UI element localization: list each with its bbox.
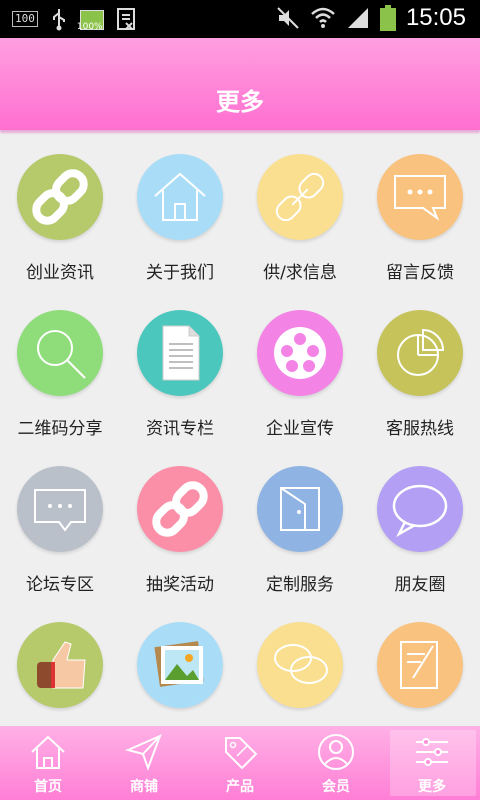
wifi-icon xyxy=(311,7,335,28)
home-icon xyxy=(31,735,65,769)
grid-item-label: 二维码分享 xyxy=(17,419,103,439)
edit-note-icon xyxy=(400,641,438,689)
grid-icon-circle xyxy=(137,466,223,552)
grid-icon-circle xyxy=(17,622,103,708)
picture-icon xyxy=(154,641,204,687)
grid-item-label: 论坛专区 xyxy=(26,575,94,595)
grid-icon-circle xyxy=(377,622,463,708)
grid-item-label: 供/求信息 xyxy=(263,263,337,283)
grid-icon-circle xyxy=(17,154,103,240)
battery-small-icon: 100% xyxy=(76,6,104,32)
usb-icon xyxy=(52,9,65,31)
page-title: 更多 xyxy=(216,88,264,116)
grid-item-news-column[interactable]: 资讯专栏 xyxy=(120,286,240,442)
grid-item-label: 企业宣传 xyxy=(266,419,334,439)
grid-item-label: 抽奖活动 xyxy=(146,575,214,595)
grid-icon-circle xyxy=(137,622,223,708)
tab-label: 会员 xyxy=(322,779,350,795)
status-bar: 100 100% 15:05 xyxy=(0,0,480,38)
tab-home[interactable]: 首页 xyxy=(0,726,96,800)
grid-item-hotline[interactable]: 客服热线 xyxy=(360,286,480,442)
paper-plane-icon xyxy=(124,734,162,771)
thumbs-up-icon xyxy=(37,641,86,689)
signal-box: 100 xyxy=(12,11,38,27)
sliders-icon xyxy=(416,738,448,766)
cell-signal-icon xyxy=(347,8,368,28)
grid-item-supply-demand[interactable]: 供/求信息 xyxy=(240,130,360,286)
grid-icon-circle xyxy=(377,466,463,552)
chat-bubble-icon xyxy=(34,489,86,532)
grid-item-custom-service[interactable]: 定制服务 xyxy=(240,442,360,598)
tab-shops[interactable]: 商铺 xyxy=(96,726,192,800)
tab-products[interactable]: 产品 xyxy=(192,726,288,800)
grid-icon-circle xyxy=(257,466,343,552)
grid-icon-circle xyxy=(377,154,463,240)
feature-grid: 创业资讯 关于我们 供/求信息 留言反馈 二维码分享 资讯专栏 企业宣传 客服热… xyxy=(0,130,480,726)
tab-more[interactable]: 更多 xyxy=(384,726,480,800)
grid-item-label: 关于我们 xyxy=(146,263,214,283)
grid-item-label: 留言反馈 xyxy=(386,263,454,283)
grid-item-feedback[interactable]: 留言反馈 xyxy=(360,130,480,286)
grid-item-note[interactable] xyxy=(360,598,480,726)
magnifier-icon xyxy=(37,330,86,379)
grid-item-qr-share[interactable]: 二维码分享 xyxy=(0,286,120,442)
grid-item-startup-news[interactable]: 创业资讯 xyxy=(0,130,120,286)
broken-link-icon xyxy=(275,172,325,222)
grid-item-gallery[interactable] xyxy=(120,598,240,726)
oval-bubble-icon xyxy=(392,484,448,538)
grid-icon-circle xyxy=(17,310,103,396)
grid-icon-circle xyxy=(257,622,343,708)
app-header: 更多 xyxy=(0,38,480,130)
chain-link-icon xyxy=(32,169,88,225)
double-bubble-icon xyxy=(274,644,328,684)
grid-icon-circle xyxy=(137,154,223,240)
grid-item-chat[interactable] xyxy=(240,598,360,726)
speech-bubble-icon xyxy=(394,175,446,221)
grid-item-label: 朋友圈 xyxy=(394,575,446,595)
tab-label: 更多 xyxy=(418,779,446,795)
grid-item-promotion[interactable]: 企业宣传 xyxy=(240,286,360,442)
pie-chart-icon xyxy=(397,328,445,376)
grid-item-label: 创业资讯 xyxy=(26,263,94,283)
tab-label: 商铺 xyxy=(130,779,158,795)
grid-icon-circle xyxy=(17,466,103,552)
grid-icon-circle xyxy=(377,310,463,396)
bottom-tab-bar: 首页 商铺 产品 会员 更多 xyxy=(0,726,480,800)
grid-icon-circle xyxy=(257,154,343,240)
grid-item-about-us[interactable]: 关于我们 xyxy=(120,130,240,286)
grid-item-label: 客服热线 xyxy=(386,419,454,439)
sim-icon xyxy=(116,8,135,30)
mute-icon xyxy=(277,7,299,29)
wallet-icon xyxy=(280,487,320,531)
tab-members[interactable]: 会员 xyxy=(288,726,384,800)
document-icon xyxy=(162,325,200,381)
grid-item-like[interactable] xyxy=(0,598,120,726)
tab-label: 产品 xyxy=(226,779,254,795)
clock: 15:05 xyxy=(405,4,466,31)
grid-item-forum[interactable]: 论坛专区 xyxy=(0,442,120,598)
grid-item-label: 定制服务 xyxy=(266,575,334,595)
grid-item-lottery[interactable]: 抽奖活动 xyxy=(120,442,240,598)
grid-item-moments[interactable]: 朋友圈 xyxy=(360,442,480,598)
grid-item-label: 资讯专栏 xyxy=(146,419,214,439)
battery-icon xyxy=(379,5,396,31)
grid-icon-circle xyxy=(257,310,343,396)
film-reel-icon xyxy=(274,327,326,379)
tab-label: 首页 xyxy=(34,779,62,795)
sale-tag-icon xyxy=(225,737,258,770)
chain-link-icon xyxy=(152,481,208,537)
user-icon xyxy=(318,734,354,770)
grid-icon-circle xyxy=(137,310,223,396)
house-icon xyxy=(154,172,206,221)
battery-percent: 100% xyxy=(76,22,103,32)
